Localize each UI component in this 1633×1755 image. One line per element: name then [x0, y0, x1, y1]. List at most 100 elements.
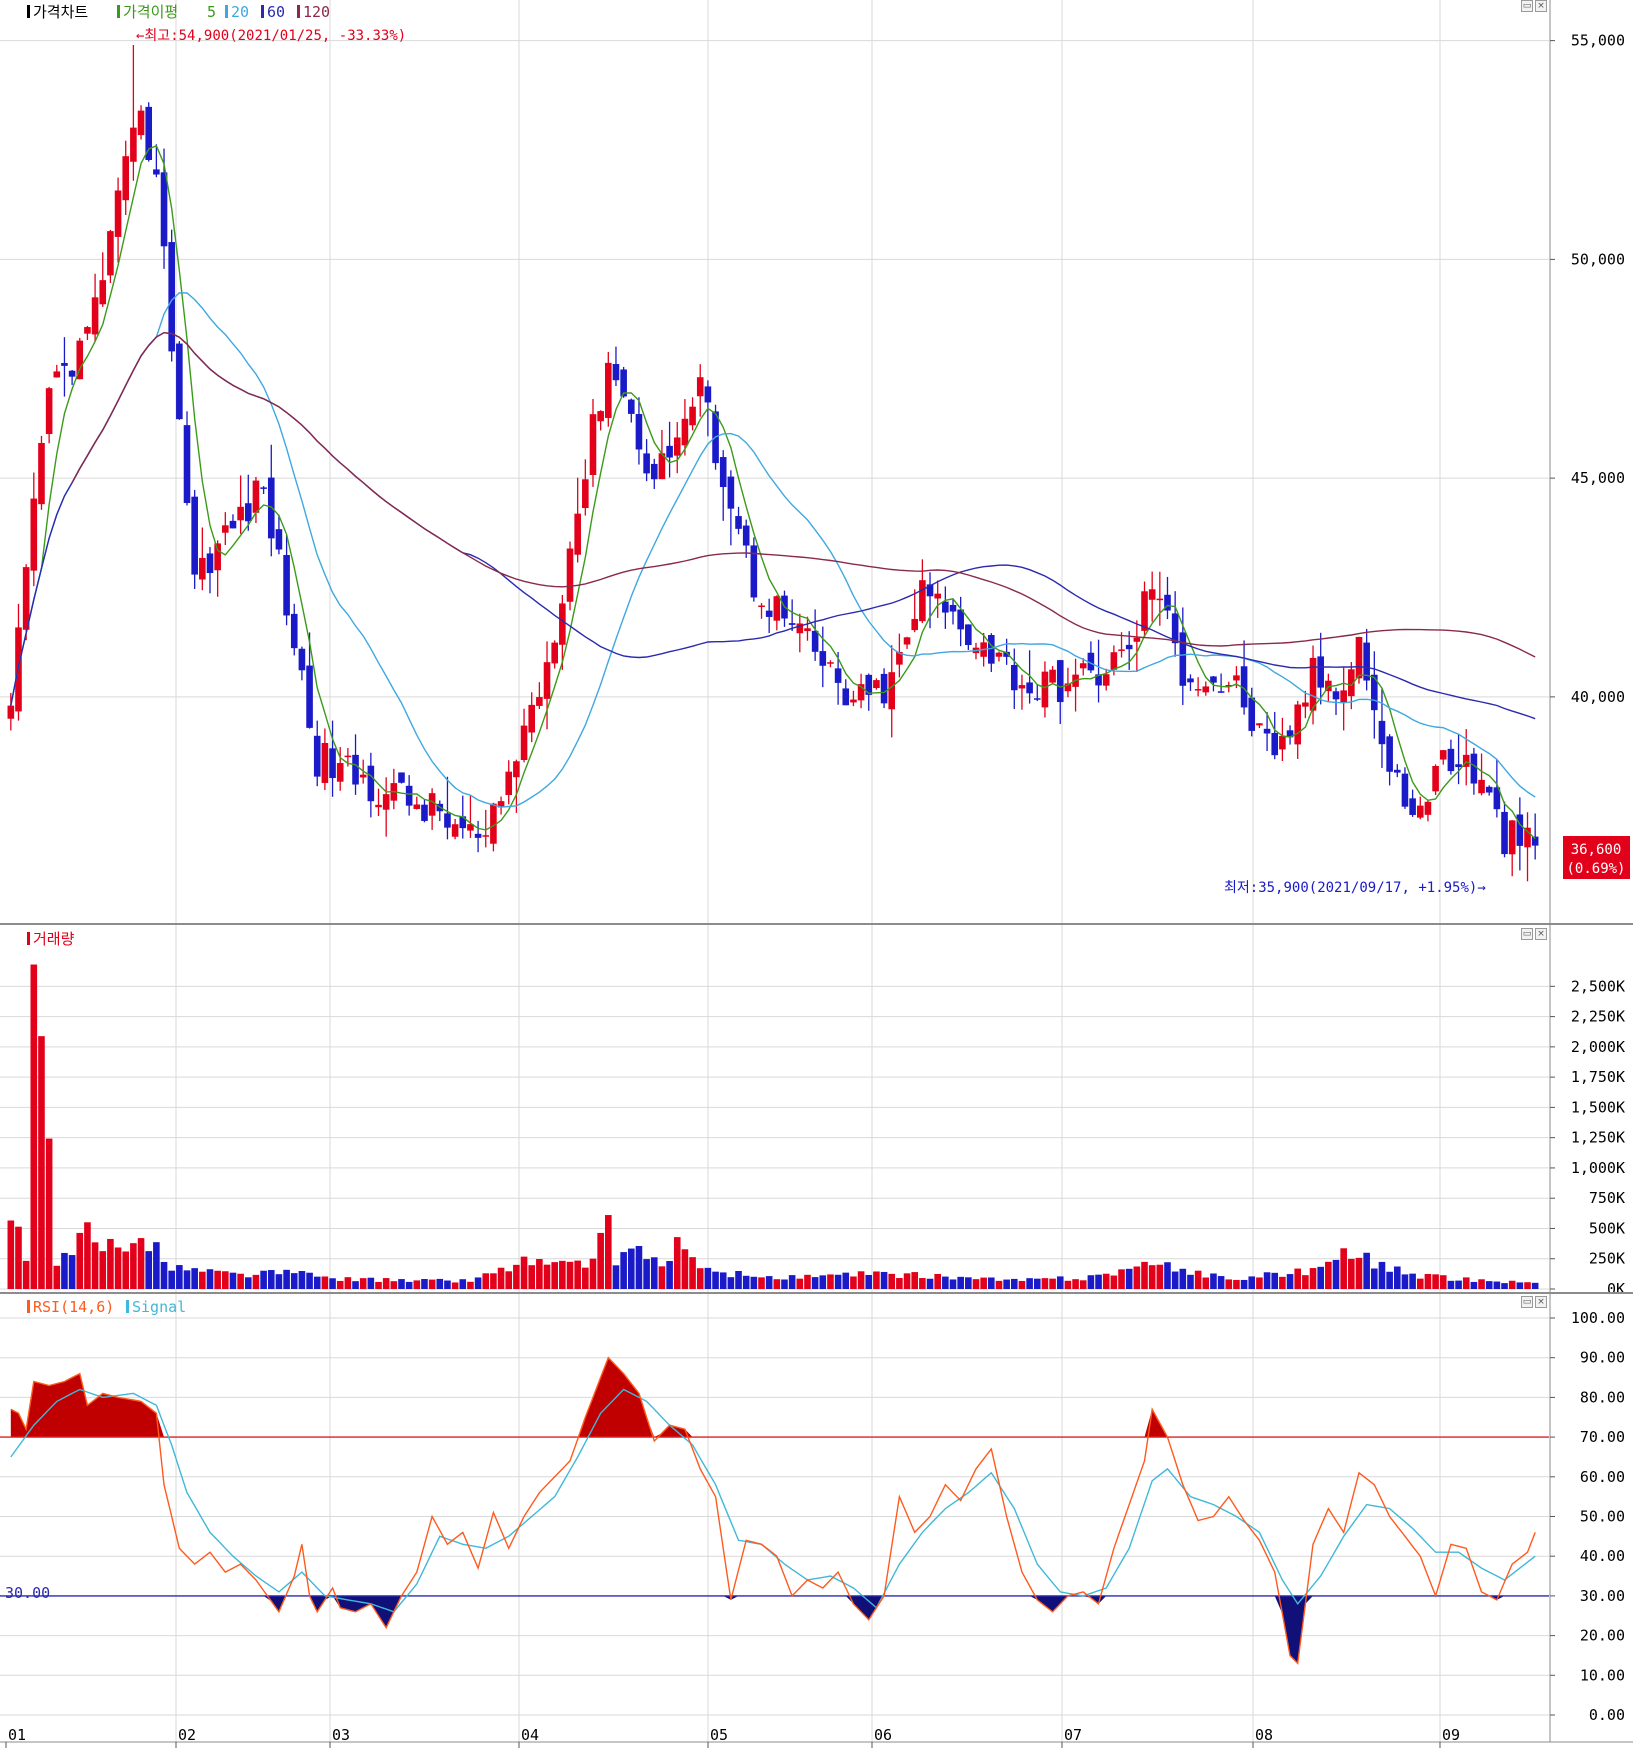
minimize-icon[interactable]: ▭ — [1521, 928, 1533, 940]
volume-bar — [919, 1278, 926, 1289]
volume-bar — [267, 1270, 275, 1289]
volume-bar — [804, 1274, 811, 1289]
volume-bar — [949, 1279, 957, 1289]
candle — [38, 435, 45, 510]
volume-bar — [980, 1277, 987, 1289]
volume-bar — [214, 1270, 221, 1289]
volume-bar — [934, 1273, 941, 1289]
rsi-y-tick-label: 80.00 — [1580, 1388, 1625, 1406]
legend-ma-5: 5 — [207, 3, 216, 21]
volume-bar — [1363, 1252, 1370, 1289]
volume-bar — [765, 1276, 773, 1289]
volume-bar — [252, 1274, 260, 1289]
x-tick-label: 04 — [521, 1726, 539, 1744]
legend-ma-60: 60 — [267, 3, 285, 21]
volume-bar — [988, 1277, 995, 1289]
price-y-tick-label: 45,000 — [1571, 469, 1625, 487]
volume-bar — [612, 1265, 620, 1289]
volume-bar — [444, 1280, 451, 1289]
volume-bar — [1049, 1278, 1056, 1289]
volume-bar — [367, 1277, 375, 1289]
volume-bar — [199, 1271, 206, 1289]
volume-bar — [398, 1279, 405, 1289]
volume-bar — [1156, 1264, 1164, 1289]
volume-bar — [160, 1261, 168, 1289]
minimize-icon[interactable]: ▭ — [1521, 1296, 1533, 1308]
volume-rsi-separator — [0, 1292, 1633, 1294]
volume-bar — [873, 1271, 880, 1289]
x-tick-label: 05 — [710, 1726, 728, 1744]
volume-bar — [1294, 1268, 1302, 1289]
volume-bar — [91, 1242, 99, 1289]
volume-bar — [490, 1273, 497, 1289]
volume-bar — [551, 1262, 558, 1289]
volume-bar — [1064, 1280, 1072, 1289]
volume-bar — [582, 1267, 589, 1289]
rsi-y-tick-label: 50.00 — [1580, 1508, 1625, 1526]
last-price-box: 36,600 (0.69%) — [1563, 836, 1630, 879]
volume-bar — [1256, 1277, 1263, 1289]
volume-bar — [38, 1036, 45, 1289]
candle — [1432, 764, 1439, 796]
rsi-y-tick-label: 10.00 — [1580, 1666, 1625, 1684]
x-tick-label: 01 — [8, 1726, 26, 1744]
close-icon[interactable]: × — [1535, 928, 1547, 940]
legend-ma-label: 가격이평 — [123, 3, 178, 21]
volume-y-tick-label: 1,500K — [1571, 1098, 1625, 1116]
volume-bar — [45, 1138, 53, 1289]
x-tick-label: 09 — [1442, 1726, 1460, 1744]
rsi-legend: RSI(14,6) Signal — [27, 1298, 186, 1316]
price-y-tick-label: 55,000 — [1571, 32, 1625, 50]
volume-bar — [53, 1265, 61, 1289]
volume-bar — [1041, 1278, 1049, 1289]
minimize-icon[interactable]: ▭ — [1521, 0, 1533, 12]
volume-bar — [260, 1270, 267, 1289]
volume-bar — [1233, 1279, 1240, 1289]
close-icon[interactable]: × — [1535, 0, 1547, 12]
volume-bar — [536, 1259, 543, 1289]
x-tick-label: 08 — [1255, 1726, 1273, 1744]
legend-ma-120: 120 — [303, 3, 330, 21]
volume-bar — [306, 1272, 313, 1289]
volume-bar — [7, 1220, 15, 1289]
close-icon[interactable]: × — [1535, 1296, 1547, 1308]
candle — [398, 772, 405, 784]
rsi-panel-controls: ▭ × — [1521, 1296, 1547, 1308]
volume-y-tick-label: 1,000K — [1571, 1159, 1625, 1177]
volume-bar — [773, 1279, 781, 1289]
price-y-tick-label: 40,000 — [1571, 688, 1625, 706]
volume-bar — [788, 1275, 796, 1289]
volume-bar — [61, 1252, 68, 1289]
volume-bar — [30, 964, 38, 1289]
volume-bar — [1455, 1280, 1462, 1289]
volume-bar — [428, 1279, 436, 1289]
volume-bar — [497, 1267, 505, 1289]
volume-bar — [1508, 1280, 1516, 1289]
volume-y-tick-label: 1,250K — [1571, 1129, 1625, 1147]
legend-price-chart: 가격차트 — [33, 3, 88, 21]
volume-bar — [313, 1276, 321, 1289]
volume-bar — [911, 1272, 919, 1289]
volume-bar — [857, 1271, 865, 1289]
volume-bar — [1424, 1274, 1432, 1289]
volume-bar — [336, 1280, 344, 1289]
volume-bar — [1171, 1271, 1179, 1289]
volume-bar — [137, 1238, 145, 1289]
volume-y-tick-label: 2,000K — [1571, 1038, 1625, 1056]
volume-bar — [1355, 1257, 1363, 1289]
volume-bar — [1141, 1261, 1148, 1289]
volume-bar — [811, 1277, 819, 1289]
volume-bar — [107, 1238, 114, 1289]
volume-bar — [1386, 1271, 1393, 1289]
x-tick-label: 07 — [1064, 1726, 1082, 1744]
volume-bar — [405, 1281, 413, 1289]
volume-bar — [15, 1226, 22, 1289]
volume-bar — [1416, 1278, 1424, 1289]
volume-bar — [1125, 1268, 1133, 1289]
volume-bar — [796, 1278, 804, 1289]
volume-bar — [1194, 1270, 1202, 1289]
volume-bar — [222, 1271, 229, 1289]
volume-bar — [926, 1278, 934, 1289]
volume-bar — [1516, 1282, 1524, 1289]
candle — [750, 537, 758, 602]
